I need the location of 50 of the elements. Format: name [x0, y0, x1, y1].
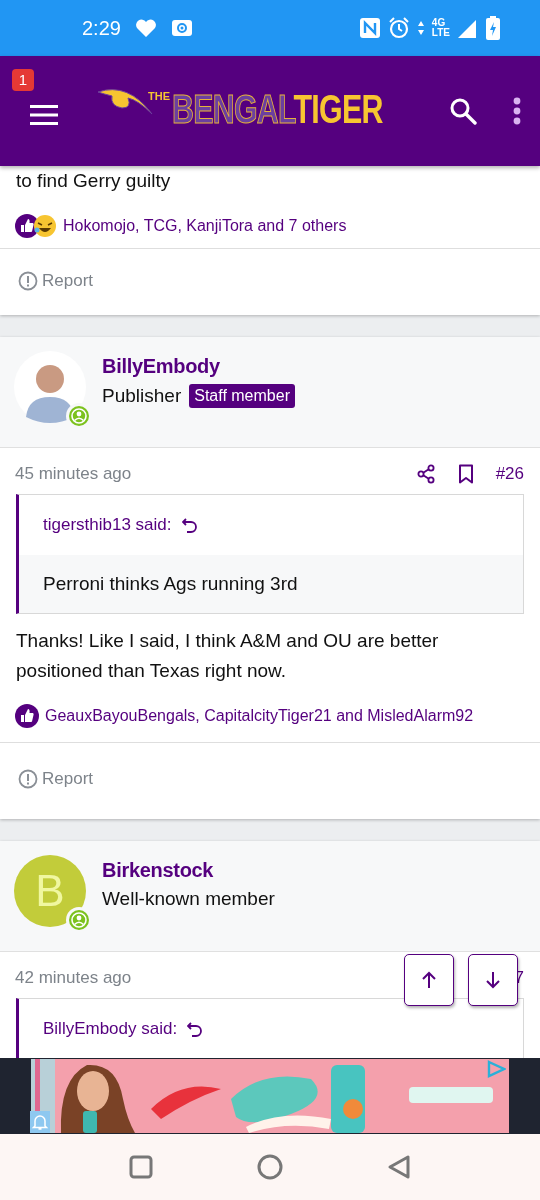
back-icon[interactable]: [387, 1154, 411, 1180]
network-type: LTE: [431, 28, 450, 38]
username-link[interactable]: BillyEmbody: [102, 355, 295, 378]
arrow-up-icon: [420, 971, 438, 989]
avatar-icon: [14, 351, 86, 423]
search-icon[interactable]: [449, 97, 478, 125]
arrow-down-icon: [484, 971, 502, 989]
post-number-link[interactable]: #26: [495, 464, 524, 484]
user-title: Publisher: [102, 385, 182, 407]
battery-icon: [486, 16, 500, 40]
jump-back-icon[interactable]: [187, 1021, 204, 1037]
heart-icon: [134, 18, 157, 38]
laughing-emoji-icon: [33, 214, 57, 238]
logo-text: TIGER: [293, 87, 383, 131]
signal-icon: [458, 18, 478, 38]
staff-badge: Staff member: [189, 384, 295, 408]
menu-icon[interactable]: [30, 105, 58, 125]
scroll-down-button[interactable]: [468, 954, 518, 1006]
logo-text: THE: [148, 90, 170, 102]
quote-author-link[interactable]: BillyEmbody said:: [43, 1019, 178, 1039]
share-icon[interactable]: [415, 464, 436, 484]
post-time-link[interactable]: 45 minutes ago: [15, 464, 132, 484]
alert-icon: [18, 271, 38, 291]
network-type: 4G: [431, 18, 447, 28]
notification-badge: 1: [12, 69, 34, 91]
camera-icon: [170, 19, 193, 37]
post-time-link[interactable]: 42 minutes ago: [15, 968, 132, 988]
reaction-users-link[interactable]: Hokomojo, TCG, KanjiTora and 7 others: [63, 217, 347, 235]
clock-time: 2:29: [82, 16, 121, 40]
username-link[interactable]: Birkenstock: [102, 859, 275, 882]
report-link[interactable]: Report: [18, 271, 94, 291]
more-options-icon[interactable]: [513, 97, 522, 125]
post-text: Thanks! Like I said, I think A&M and OU are better positioned than Texas right now.: [15, 629, 440, 683]
user-title: Well-known member: [102, 888, 275, 910]
logo-text: BENGAL: [172, 87, 294, 131]
alarm-icon: [387, 17, 410, 39]
alert-icon: [18, 769, 38, 789]
quote-author-link[interactable]: tigersthib13 said:: [43, 515, 172, 535]
quote-text: Perroni thinks Ags running 3rd: [19, 555, 523, 613]
scroll-up-button[interactable]: [404, 954, 454, 1006]
post-text: to find Gerry guilty: [15, 169, 172, 193]
data-arrows-icon: [417, 21, 424, 35]
recent-apps-icon[interactable]: [129, 1155, 153, 1179]
home-icon[interactable]: [257, 1154, 283, 1180]
report-link[interactable]: Report: [18, 769, 94, 789]
bookmark-icon[interactable]: [457, 464, 474, 484]
like-icon: [15, 704, 39, 728]
nfc-icon: [359, 18, 380, 38]
reaction-users-link[interactable]: GeauxBayouBengals, CapitalcityTiger21 and MisledAlarm92: [45, 707, 474, 725]
jump-back-icon[interactable]: [181, 517, 198, 533]
